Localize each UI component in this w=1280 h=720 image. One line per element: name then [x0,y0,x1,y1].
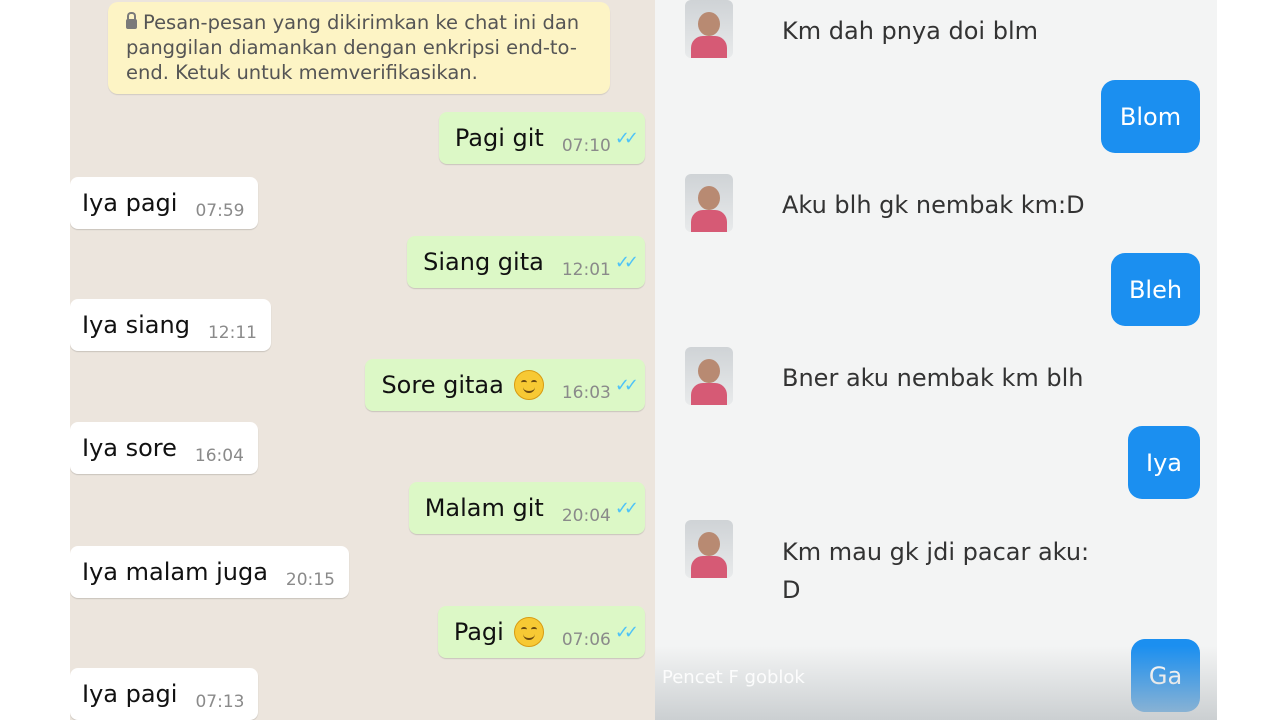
received-message: Aku blh gk nembak km:D [782,191,1085,219]
message-time: 20:04 [561,506,611,526]
watermark-caption: Pencet F goblok [662,667,805,688]
message-bubble-outgoing[interactable]: Malam git 20:04 ✓✓ [408,482,645,534]
message-text: Siang gita [423,248,544,276]
message-text: Iya malam juga [82,558,268,586]
message-text: Iya siang [82,311,190,339]
message-time: 16:03 [561,383,611,403]
message-bubble-incoming[interactable]: Iya siang 12:11 [70,299,271,351]
message-time: 07:13 [195,692,245,712]
message-time: 16:04 [194,446,244,466]
message-text: Malam git [424,494,544,522]
smile-emoji-icon [513,370,544,400]
contact-avatar[interactable] [685,347,733,405]
right-chat-screenshot: Km dah pnya doi blm Blom Aku blh gk nemb… [655,0,1217,720]
contact-avatar[interactable] [685,0,733,58]
message-time: 07:10 [561,136,611,156]
reply-bubble[interactable]: Blom [1101,80,1200,153]
left-chat-screenshot: Pesan-pesan yang dikirimkan ke chat ini … [70,0,655,720]
read-ticks-icon: ✓✓ [614,374,639,396]
message-bubble-outgoing[interactable]: Sore gitaa 16:03 ✓✓ [365,359,645,411]
message-time: 12:11 [207,323,257,343]
read-ticks-icon: ✓✓ [614,497,639,519]
encryption-notice[interactable]: Pesan-pesan yang dikirimkan ke chat ini … [108,2,610,94]
message-bubble-outgoing[interactable]: Pagi git 07:10 ✓✓ [438,112,645,164]
read-ticks-icon: ✓✓ [614,127,639,149]
message-time: 07:59 [195,201,245,221]
smile-emoji-icon [513,617,544,647]
message-time: 20:15 [285,570,335,590]
read-ticks-icon: ✓✓ [614,621,639,643]
contact-avatar[interactable] [685,174,733,232]
message-text: Pagi [453,618,504,646]
lock-icon [126,12,137,29]
read-ticks-icon: ✓✓ [614,251,639,273]
received-message: Km mau gk jdi pacar aku: D [782,538,1090,604]
message-text: Sore gitaa [381,371,504,399]
message-bubble-outgoing[interactable]: Pagi 07:06 ✓✓ [437,606,645,658]
received-message: Km dah pnya doi blm [782,17,1039,45]
message-text: Iya pagi [82,680,178,708]
message-text: Pagi git [454,124,544,152]
message-bubble-outgoing[interactable]: Siang gita 12:01 ✓✓ [407,236,645,288]
received-message: Bner aku nembak km blh [782,364,1084,392]
message-text: Iya sore [82,434,177,462]
reply-bubble[interactable]: Bleh [1111,253,1200,326]
message-bubble-incoming[interactable]: Iya pagi 07:59 [70,177,259,229]
contact-avatar[interactable] [685,520,733,578]
message-bubble-incoming[interactable]: Iya malam juga 20:15 [70,546,349,598]
message-bubble-incoming[interactable]: Iya pagi 07:13 [70,668,259,720]
message-time: 12:01 [561,260,611,280]
reply-bubble[interactable]: Iya [1128,426,1200,499]
message-text: Iya pagi [82,189,178,217]
message-bubble-incoming[interactable]: Iya sore 16:04 [70,422,258,474]
encryption-notice-text: Pesan-pesan yang dikirimkan ke chat ini … [126,11,580,84]
message-time: 07:06 [561,630,611,650]
